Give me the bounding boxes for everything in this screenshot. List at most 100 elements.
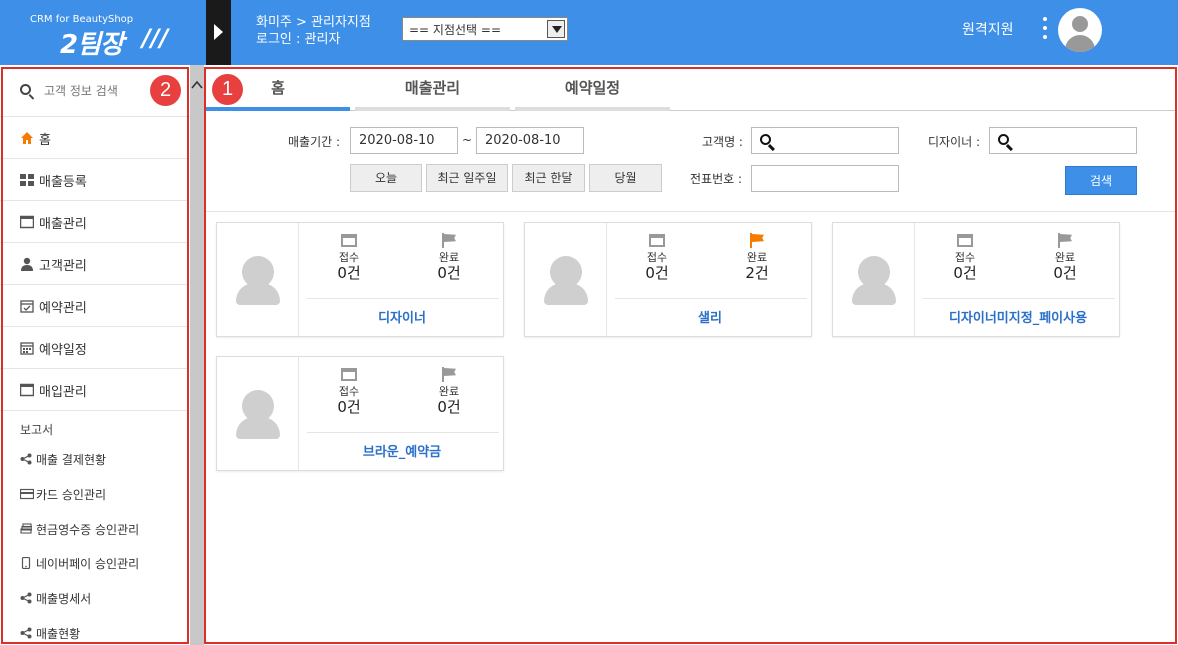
done-label: 완료 bbox=[746, 251, 768, 264]
done-stat: 완료 0건 bbox=[1020, 233, 1110, 282]
top-header: CRM for BeautyShop 2팀장 /// 화미주 > 관리자지점 로… bbox=[0, 0, 1178, 65]
search-input[interactable] bbox=[44, 81, 144, 101]
search-filter: 매출기간 : 2020-08-10 ~ 2020-08-10 고객명 : 디자이… bbox=[206, 112, 1175, 212]
branch-info: 화미주 > 관리자지점 로그인 : 관리자 bbox=[256, 14, 371, 48]
report-item-label: 매출 결제현황 bbox=[36, 453, 107, 467]
designer-card[interactable]: 접수 0건 완료 0건 디자이너미지정_페이사용 bbox=[832, 222, 1120, 337]
logo[interactable]: CRM for BeautyShop 2팀장 /// bbox=[0, 0, 206, 65]
branch-path: 화미주 > 관리자지점 bbox=[256, 15, 371, 30]
sidebar-item-label: 매출관리 bbox=[39, 217, 87, 232]
tab-sales-manage[interactable]: 매출관리 bbox=[355, 69, 510, 111]
avatar[interactable] bbox=[1058, 8, 1102, 52]
designer-name[interactable]: 디자이너 bbox=[299, 307, 505, 326]
date-from-field[interactable]: 2020-08-10 bbox=[350, 127, 458, 154]
share-icon bbox=[20, 453, 32, 465]
done-count: 0건 bbox=[437, 264, 461, 282]
share-icon bbox=[20, 592, 32, 604]
sidebar-item-home[interactable]: 홈 bbox=[0, 117, 188, 159]
sidebar-item-customers[interactable]: 고객관리 bbox=[0, 243, 188, 285]
designer-name[interactable]: 샐리 bbox=[607, 307, 813, 326]
date-range-tilde: ~ bbox=[462, 133, 473, 147]
sidebar-item-sales-register[interactable]: 매출등록 bbox=[0, 159, 188, 201]
sidebar-item-reservation-manage[interactable]: 예약관리 bbox=[0, 285, 188, 327]
search-icon bbox=[20, 84, 31, 95]
done-count: 0건 bbox=[1053, 264, 1077, 282]
done-count: 2건 bbox=[745, 264, 769, 282]
sidebar-item-sales-manage[interactable]: 매출관리 bbox=[0, 201, 188, 243]
more-menu-icon[interactable] bbox=[1041, 17, 1049, 43]
avatar bbox=[217, 223, 299, 336]
report-item-card-approval[interactable]: 카드 승인관리 bbox=[0, 478, 188, 512]
designer-field[interactable] bbox=[989, 127, 1137, 154]
logo-slash-mark: /// bbox=[142, 24, 169, 52]
reception-count: 0건 bbox=[645, 264, 669, 282]
avatar bbox=[525, 223, 607, 336]
report-item-sales-statement[interactable]: 매출명세서 bbox=[0, 582, 188, 616]
reception-count: 0건 bbox=[337, 398, 361, 416]
reception-stat: 접수 0건 bbox=[304, 367, 394, 416]
tab-label: 예약일정 bbox=[564, 79, 621, 97]
flag-icon bbox=[750, 233, 765, 248]
remote-support-link[interactable]: 원격지원 bbox=[962, 19, 1014, 39]
calendar-icon bbox=[341, 234, 357, 247]
sidebar-scrollbar[interactable] bbox=[190, 65, 204, 645]
calendar-icon bbox=[957, 234, 973, 247]
branch-select[interactable]: == 지점선택 == bbox=[402, 17, 568, 41]
report-item-sales-status[interactable]: 매출현황 bbox=[0, 617, 188, 645]
sidebar-item-reservation-schedule[interactable]: 예약일정 bbox=[0, 327, 188, 369]
sidebar-item-label: 예약관리 bbox=[39, 301, 87, 316]
sidebar-item-label: 예약일정 bbox=[39, 343, 87, 358]
user-icon bbox=[21, 257, 33, 271]
today-button[interactable]: 오늘 bbox=[350, 164, 422, 192]
report-item-label: 현금영수증 승인관리 bbox=[36, 523, 140, 537]
done-count: 0건 bbox=[437, 398, 461, 416]
reception-label: 접수 bbox=[338, 385, 360, 398]
chevron-up-icon[interactable] bbox=[190, 78, 204, 92]
window-icon bbox=[20, 215, 34, 229]
report-item-label: 매출현황 bbox=[36, 627, 81, 641]
report-item-label: 네이버페이 승인관리 bbox=[36, 557, 140, 571]
annotation-badge-2: 2 bbox=[150, 75, 181, 106]
designer-name[interactable]: 브라운_예약금 bbox=[299, 441, 505, 460]
slip-number-field[interactable] bbox=[751, 165, 899, 192]
calendar-icon bbox=[341, 368, 357, 381]
search-icon bbox=[760, 134, 771, 145]
done-label: 완료 bbox=[438, 385, 460, 398]
sidebar-item-purchase-manage[interactable]: 매입관리 bbox=[0, 369, 188, 411]
report-item-sales-payment[interactable]: 매출 결제현황 bbox=[0, 443, 188, 477]
this-month-button[interactable]: 당월 bbox=[589, 164, 662, 192]
annotation-badge-1: 1 bbox=[212, 74, 243, 105]
designer-card[interactable]: 접수 0건 완료 0건 브라운_예약금 bbox=[216, 356, 504, 471]
reception-count: 0건 bbox=[953, 264, 977, 282]
designer-label: 디자이너 : bbox=[928, 135, 981, 149]
logo-title: 2팀장 bbox=[60, 30, 124, 60]
tab-label: 매출관리 bbox=[404, 79, 461, 97]
designer-name[interactable]: 디자이너미지정_페이사용 bbox=[915, 307, 1121, 326]
login-info: 로그인 : 관리자 bbox=[256, 32, 341, 47]
main-tabs: 홈 매출관리 예약일정 bbox=[206, 69, 1175, 111]
last-month-button[interactable]: 최근 한달 bbox=[512, 164, 585, 192]
done-label: 완료 bbox=[438, 251, 460, 264]
window-icon bbox=[20, 383, 34, 397]
designer-card[interactable]: 접수 0건 완료 0건 디자이너 bbox=[216, 222, 504, 337]
designer-card[interactable]: 접수 0건 완료 2건 샐리 bbox=[524, 222, 812, 337]
avatar bbox=[217, 357, 299, 470]
customer-name-field[interactable] bbox=[751, 127, 899, 154]
date-to-field[interactable]: 2020-08-10 bbox=[476, 127, 584, 154]
report-item-cash-receipt[interactable]: 현금영수증 승인관리 bbox=[0, 513, 188, 547]
flag-icon bbox=[1058, 233, 1073, 248]
flag-icon bbox=[442, 367, 457, 382]
sidebar-item-label: 고객관리 bbox=[39, 259, 87, 274]
report-item-label: 매출명세서 bbox=[36, 592, 92, 606]
sidebar-item-label: 매입관리 bbox=[39, 385, 87, 400]
branch-select-value: == 지점선택 == bbox=[409, 23, 502, 37]
search-icon bbox=[998, 134, 1009, 145]
report-item-naverpay[interactable]: 네이버페이 승인관리 bbox=[0, 547, 188, 581]
mobile-icon bbox=[21, 557, 31, 569]
sidebar-toggle-button[interactable] bbox=[206, 0, 231, 65]
flag-icon bbox=[442, 233, 457, 248]
tab-reservation-schedule[interactable]: 예약일정 bbox=[515, 69, 670, 111]
last-week-button[interactable]: 최근 일주일 bbox=[426, 164, 508, 192]
reception-count: 0건 bbox=[337, 264, 361, 282]
search-button[interactable]: 검색 bbox=[1065, 166, 1137, 195]
